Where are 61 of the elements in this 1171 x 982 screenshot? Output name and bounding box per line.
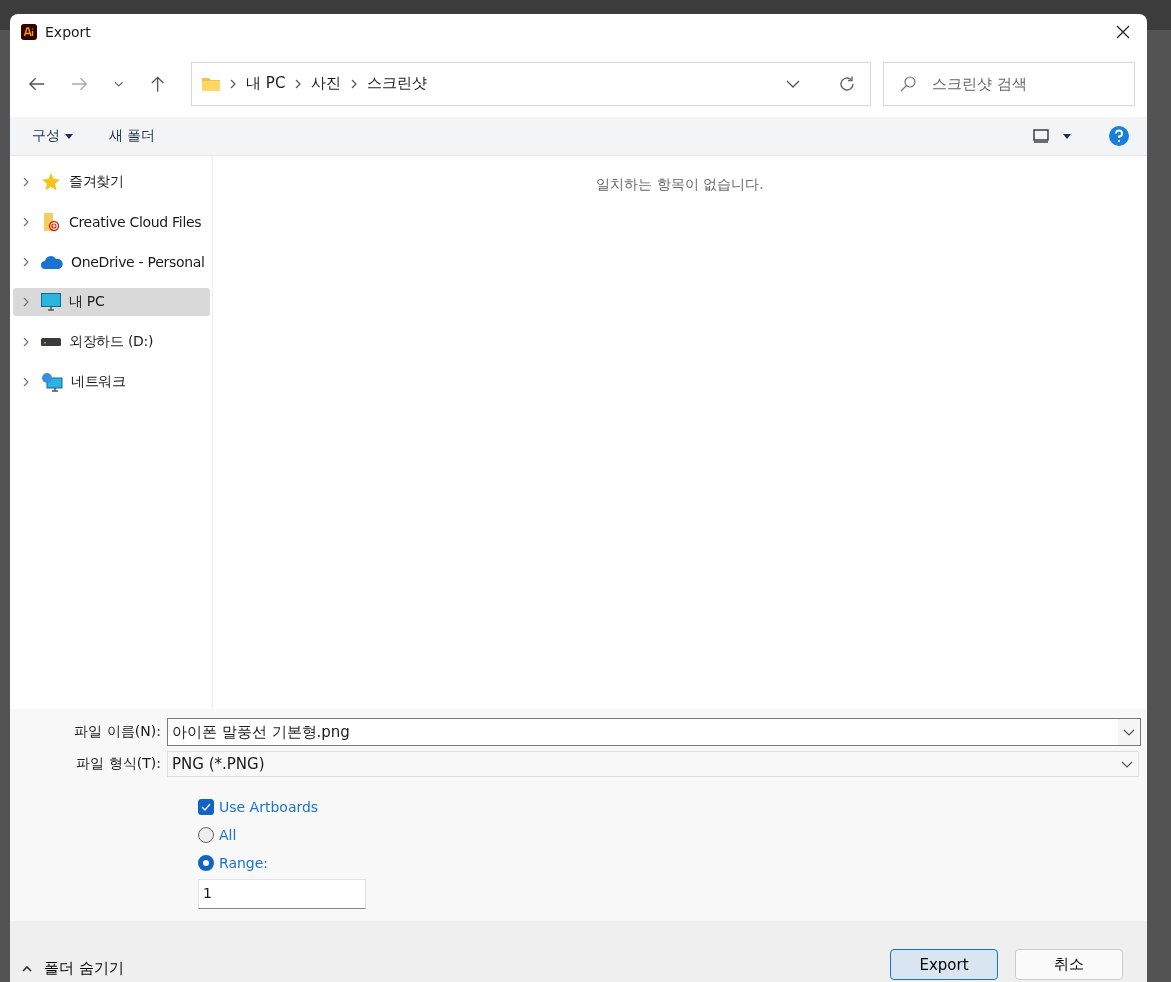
sidebar-item[interactable]: 내 PC (13, 288, 210, 316)
field-label: 파일 형식(T): (75, 755, 162, 773)
chevron-right-icon[interactable] (23, 257, 29, 267)
option-label[interactable]: Use Artboards (219, 799, 319, 815)
cloud-icon (41, 254, 63, 270)
checkbox[interactable] (198, 799, 214, 815)
network-icon (41, 372, 63, 392)
address-bar[interactable]: 내 PC 사진 스크린샷 (191, 61, 871, 106)
up-arrow-icon[interactable] (149, 74, 166, 93)
breadcrumb-item[interactable]: 내 PC (246, 74, 286, 93)
close-icon[interactable] (1115, 24, 1131, 40)
drive-icon (41, 338, 61, 346)
chevron-right-icon[interactable] (23, 217, 29, 227)
sidebar-item[interactable]: 즐겨찾기 (13, 168, 210, 196)
folder-icon (202, 76, 221, 91)
chevron-right-icon (295, 78, 302, 89)
chevron-right-icon[interactable] (23, 177, 29, 187)
monitor-icon (41, 293, 61, 311)
empty-message: 일치하는 항목이 없습니다. (596, 176, 764, 194)
caret-icon[interactable] (1063, 133, 1071, 139)
chevron-right-icon[interactable] (23, 377, 29, 387)
option-label[interactable]: All (219, 827, 237, 843)
back-arrow-icon[interactable] (28, 75, 46, 92)
chevron-down-icon[interactable] (1123, 728, 1135, 736)
cancel-button[interactable]: 취소 (1015, 949, 1123, 980)
field-label: 파일 이름(N): (73, 723, 162, 741)
sidebar-item[interactable]: OneDrive - Personal (13, 248, 210, 276)
chevron-up-icon (22, 965, 32, 972)
caret-icon (65, 133, 73, 139)
window-title: Export (45, 24, 92, 40)
breadcrumb-item[interactable]: 사진 (311, 74, 342, 93)
filename-field[interactable]: 아이폰 말풍선 기본형.png (167, 718, 1141, 746)
chevron-right-icon (351, 78, 358, 89)
star-icon (41, 172, 61, 192)
search-field[interactable]: 스크린샷 검색 (883, 61, 1135, 106)
refresh-icon[interactable] (838, 74, 856, 93)
chevron-right-icon (230, 78, 237, 89)
radio-button[interactable] (198, 827, 214, 843)
app-logo-icon (21, 24, 37, 40)
sidebar-item[interactable]: 네트워크 (13, 368, 210, 396)
filetype-dropdown[interactable]: PNG (*.PNG) (167, 751, 1139, 777)
breadcrumb-item[interactable]: 스크린샷 (367, 74, 428, 93)
view-pane-icon[interactable] (1033, 129, 1049, 143)
dropdown-chevron-icon[interactable] (786, 79, 800, 88)
chevron-down-icon[interactable] (114, 80, 124, 87)
radio-button[interactable] (198, 855, 214, 871)
sidebar-item[interactable]: 외장하드 (D:) (13, 328, 210, 356)
hide-folders-button[interactable]: 폴더 숨기기 (22, 955, 124, 982)
toolbar-button[interactable]: 구성 (22, 123, 83, 149)
chevron-right-icon[interactable] (23, 337, 29, 347)
chevron-right-icon[interactable] (23, 297, 29, 307)
help-icon[interactable] (1109, 126, 1129, 146)
search-icon (899, 74, 917, 93)
toolbar-button[interactable]: 새 폴더 (99, 123, 166, 149)
export-button[interactable]: Export (890, 949, 998, 980)
check-icon (201, 803, 211, 811)
option-label[interactable]: Range: (219, 855, 269, 871)
folder-icon (41, 212, 61, 232)
range-field[interactable]: 1 (198, 879, 366, 909)
chevron-down-icon (1121, 760, 1133, 768)
sidebar-item[interactable]: Creative Cloud Files (13, 208, 210, 236)
